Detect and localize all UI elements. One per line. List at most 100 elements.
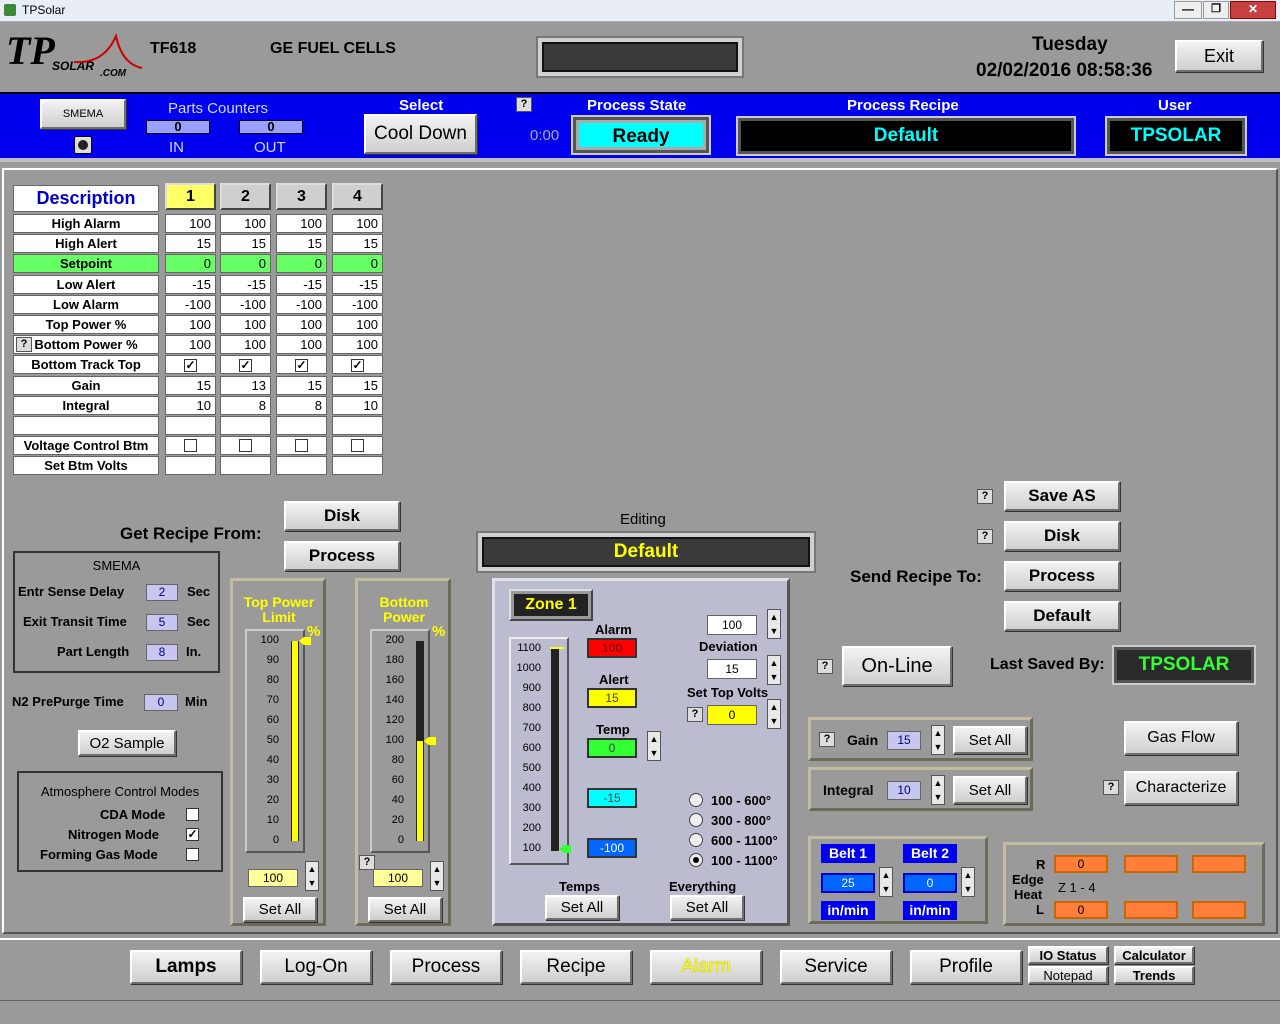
table-cell[interactable]: 100	[332, 335, 383, 355]
online-button[interactable]: On-Line	[842, 646, 952, 686]
send-disk-button[interactable]: Disk	[1004, 521, 1120, 551]
bottom-power-value[interactable]: 100	[373, 869, 423, 887]
table-cell[interactable]: -100	[332, 294, 383, 314]
nav-notepad-button[interactable]: Notepad	[1028, 966, 1108, 984]
save-as-help-icon[interactable]: ?	[977, 489, 993, 504]
gain-field[interactable]: 15	[887, 731, 921, 750]
edge-heat-l-zone1[interactable]: 0	[1054, 901, 1108, 919]
table-cell[interactable]: 0	[276, 254, 327, 274]
table-cell[interactable]: 15	[332, 234, 383, 254]
table-cell[interactable]: -100	[165, 294, 216, 314]
table-cell[interactable]: 10	[332, 395, 383, 415]
table-cell[interactable]: -100	[276, 294, 327, 314]
temps-set-all-button[interactable]: Set All	[545, 895, 619, 920]
table-cell[interactable]: 10	[165, 395, 216, 415]
send-default-button[interactable]: Default	[1004, 601, 1120, 631]
belt1-field[interactable]: 25	[821, 873, 875, 893]
send-process-button[interactable]: Process	[1004, 561, 1120, 591]
edge-heat-l-zone2[interactable]	[1124, 901, 1178, 919]
set-top-volts-spinner[interactable]: ▲ ▼	[767, 699, 781, 729]
range-radio-3[interactable]	[689, 833, 703, 847]
table-checkbox[interactable]	[220, 436, 271, 456]
table-cell[interactable]: 15	[220, 234, 271, 254]
gain-spinner[interactable]: ▲ ▼	[931, 725, 945, 755]
integral-field[interactable]: 10	[887, 781, 921, 800]
table-checkbox[interactable]	[332, 436, 383, 456]
table-cell[interactable]	[332, 456, 383, 476]
table-cell[interactable]: 100	[220, 214, 271, 233]
edge-heat-r-zone1[interactable]: 0	[1054, 855, 1108, 873]
zone-column-header-4[interactable]: 4	[332, 183, 383, 210]
top-power-thumb[interactable]	[299, 637, 311, 645]
range-radio-1[interactable]	[689, 793, 703, 807]
table-checkbox-box[interactable]: ✓	[295, 359, 308, 373]
select-cool-down-button[interactable]: Cool Down	[364, 114, 477, 154]
bottom-power-help-icon[interactable]: ?	[359, 855, 375, 870]
characterize-help-icon[interactable]: ?	[1103, 780, 1119, 795]
table-checkbox-box[interactable]: ✓	[351, 359, 364, 373]
o2-sample-button[interactable]: O2 Sample	[78, 730, 176, 756]
edge-heat-r-zone2[interactable]	[1124, 855, 1178, 873]
table-checkbox[interactable]: ✓	[165, 355, 216, 375]
table-cell[interactable]: 100	[276, 214, 327, 233]
nav-logon-button[interactable]: Log-On	[260, 950, 372, 984]
edge-heat-l-zone3[interactable]	[1192, 901, 1246, 919]
part-length-field[interactable]: 8	[146, 644, 178, 661]
belt2-field[interactable]: 0	[903, 873, 957, 893]
maximize-button[interactable]: ❐	[1203, 1, 1229, 19]
table-cell[interactable]	[220, 416, 271, 435]
exit-button[interactable]: Exit	[1175, 40, 1263, 72]
table-checkbox[interactable]	[276, 436, 327, 456]
table-checkbox-box[interactable]	[239, 439, 252, 453]
table-cell[interactable]	[276, 416, 327, 435]
set-top-volts-field[interactable]: 0	[707, 705, 757, 725]
table-cell[interactable]	[165, 416, 216, 435]
table-checkbox[interactable]: ✓	[332, 355, 383, 375]
nav-recipe-button[interactable]: Recipe	[520, 950, 632, 984]
integral-set-all-button[interactable]: Set All	[953, 776, 1027, 804]
nav-process-button[interactable]: Process	[390, 950, 502, 984]
nav-lamps-button[interactable]: Lamps	[130, 950, 242, 984]
table-checkbox-box[interactable]: ✓	[184, 359, 197, 373]
zone-column-header-3[interactable]: 3	[276, 183, 327, 210]
table-cell[interactable]: -15	[332, 274, 383, 294]
table-cell[interactable]: 100	[276, 315, 327, 334]
set-top-volts-help-icon[interactable]: ?	[687, 707, 703, 722]
bottom-power-slider[interactable]: 200 180 160 140 120 100 80 60 40 20 0	[370, 629, 436, 853]
table-cell[interactable]: 15	[276, 234, 327, 254]
n2-prepurge-field[interactable]: 0	[144, 694, 178, 711]
belt2-spinner[interactable]: ▲ ▼	[961, 867, 975, 897]
table-cell[interactable]: 100	[165, 214, 216, 233]
top-power-slider[interactable]: 100 90 80 70 60 50 40 30 20 10 0	[245, 629, 311, 853]
bottom-power-row-help-icon[interactable]: ?	[16, 337, 32, 353]
edge-heat-r-zone3[interactable]	[1192, 855, 1246, 873]
table-cell[interactable]: 13	[220, 375, 271, 395]
table-cell[interactable]: 0	[220, 254, 271, 274]
minimize-button[interactable]: —	[1174, 1, 1202, 19]
deviation-band-spinner[interactable]: ▲ ▼	[767, 655, 781, 685]
table-checkbox-box[interactable]	[295, 439, 308, 453]
table-cell[interactable]: 100	[220, 315, 271, 334]
temp-spinner[interactable]: ▲ ▼	[647, 731, 661, 761]
belt1-spinner[interactable]: ▲ ▼	[879, 867, 893, 897]
table-cell[interactable]: -15	[220, 274, 271, 294]
table-cell[interactable]: 8	[220, 395, 271, 415]
get-recipe-disk-button[interactable]: Disk	[284, 501, 400, 531]
zone-column-header-1[interactable]: 1	[165, 183, 216, 210]
forming-gas-mode-checkbox[interactable]	[186, 848, 199, 861]
top-power-value[interactable]: 100	[248, 869, 298, 887]
nav-trends-button[interactable]: Trends	[1114, 966, 1194, 984]
nitrogen-mode-checkbox[interactable]: ✓	[186, 828, 199, 841]
characterize-button[interactable]: Characterize	[1124, 771, 1238, 805]
table-checkbox-box[interactable]: ✓	[239, 359, 252, 373]
table-cell[interactable]: 15	[165, 234, 216, 254]
table-cell[interactable]: 100	[276, 335, 327, 355]
bottom-power-set-all-button[interactable]: Set All	[368, 897, 442, 922]
bottom-power-spinner[interactable]: ▲ ▼	[430, 861, 444, 891]
zone-column-header-2[interactable]: 2	[220, 183, 271, 210]
nav-profile-button[interactable]: Profile	[910, 950, 1022, 984]
table-checkbox[interactable]: ✓	[276, 355, 327, 375]
table-cell[interactable]	[165, 456, 216, 476]
cda-mode-checkbox[interactable]	[186, 808, 199, 821]
table-cell[interactable]: -15	[165, 274, 216, 294]
